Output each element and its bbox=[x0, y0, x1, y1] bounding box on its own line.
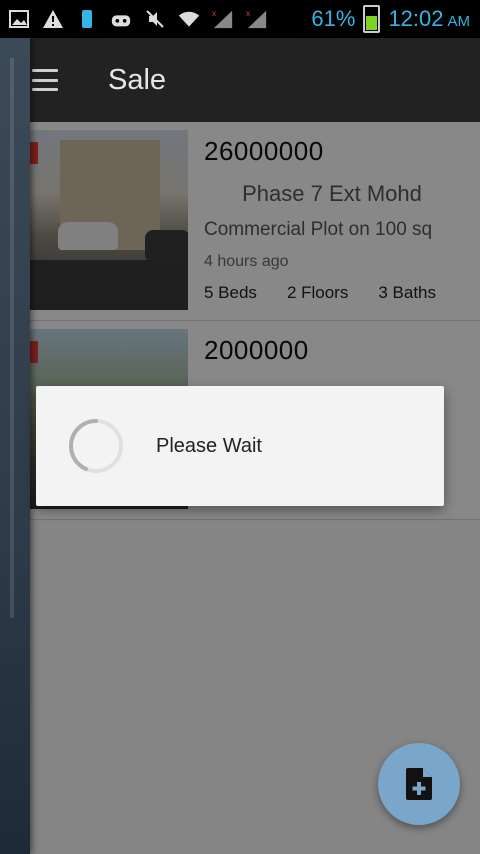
wifi-icon bbox=[178, 8, 200, 30]
clock: 12:02 AM bbox=[388, 6, 470, 32]
warning-icon bbox=[42, 8, 64, 30]
loading-spinner-icon bbox=[68, 419, 123, 473]
status-bar: x x 61% 12:02 AM bbox=[0, 0, 480, 38]
svg-text:x: x bbox=[212, 9, 217, 18]
svg-text:x: x bbox=[246, 9, 251, 18]
battery-icon bbox=[363, 5, 381, 33]
clock-time: 12:02 bbox=[388, 6, 444, 31]
signal-2-icon: x bbox=[246, 8, 268, 30]
clock-ampm: AM bbox=[447, 13, 471, 30]
navigation-drawer-edge[interactable] bbox=[0, 38, 30, 854]
app-bar: Sale bbox=[0, 38, 480, 122]
mute-icon bbox=[144, 8, 166, 30]
signal-1-icon: x bbox=[212, 8, 234, 30]
gallery-icon bbox=[8, 8, 30, 30]
progress-dialog: Please Wait bbox=[36, 386, 444, 506]
battery-percent: 61% bbox=[311, 6, 356, 31]
dialog-message: Please Wait bbox=[156, 434, 262, 457]
hamburger-menu-icon[interactable] bbox=[32, 69, 58, 91]
phone-icon bbox=[76, 8, 98, 30]
page-title: Sale bbox=[108, 63, 167, 96]
add-document-icon bbox=[406, 768, 432, 800]
android-icon bbox=[110, 8, 132, 30]
add-listing-button[interactable] bbox=[378, 743, 460, 825]
